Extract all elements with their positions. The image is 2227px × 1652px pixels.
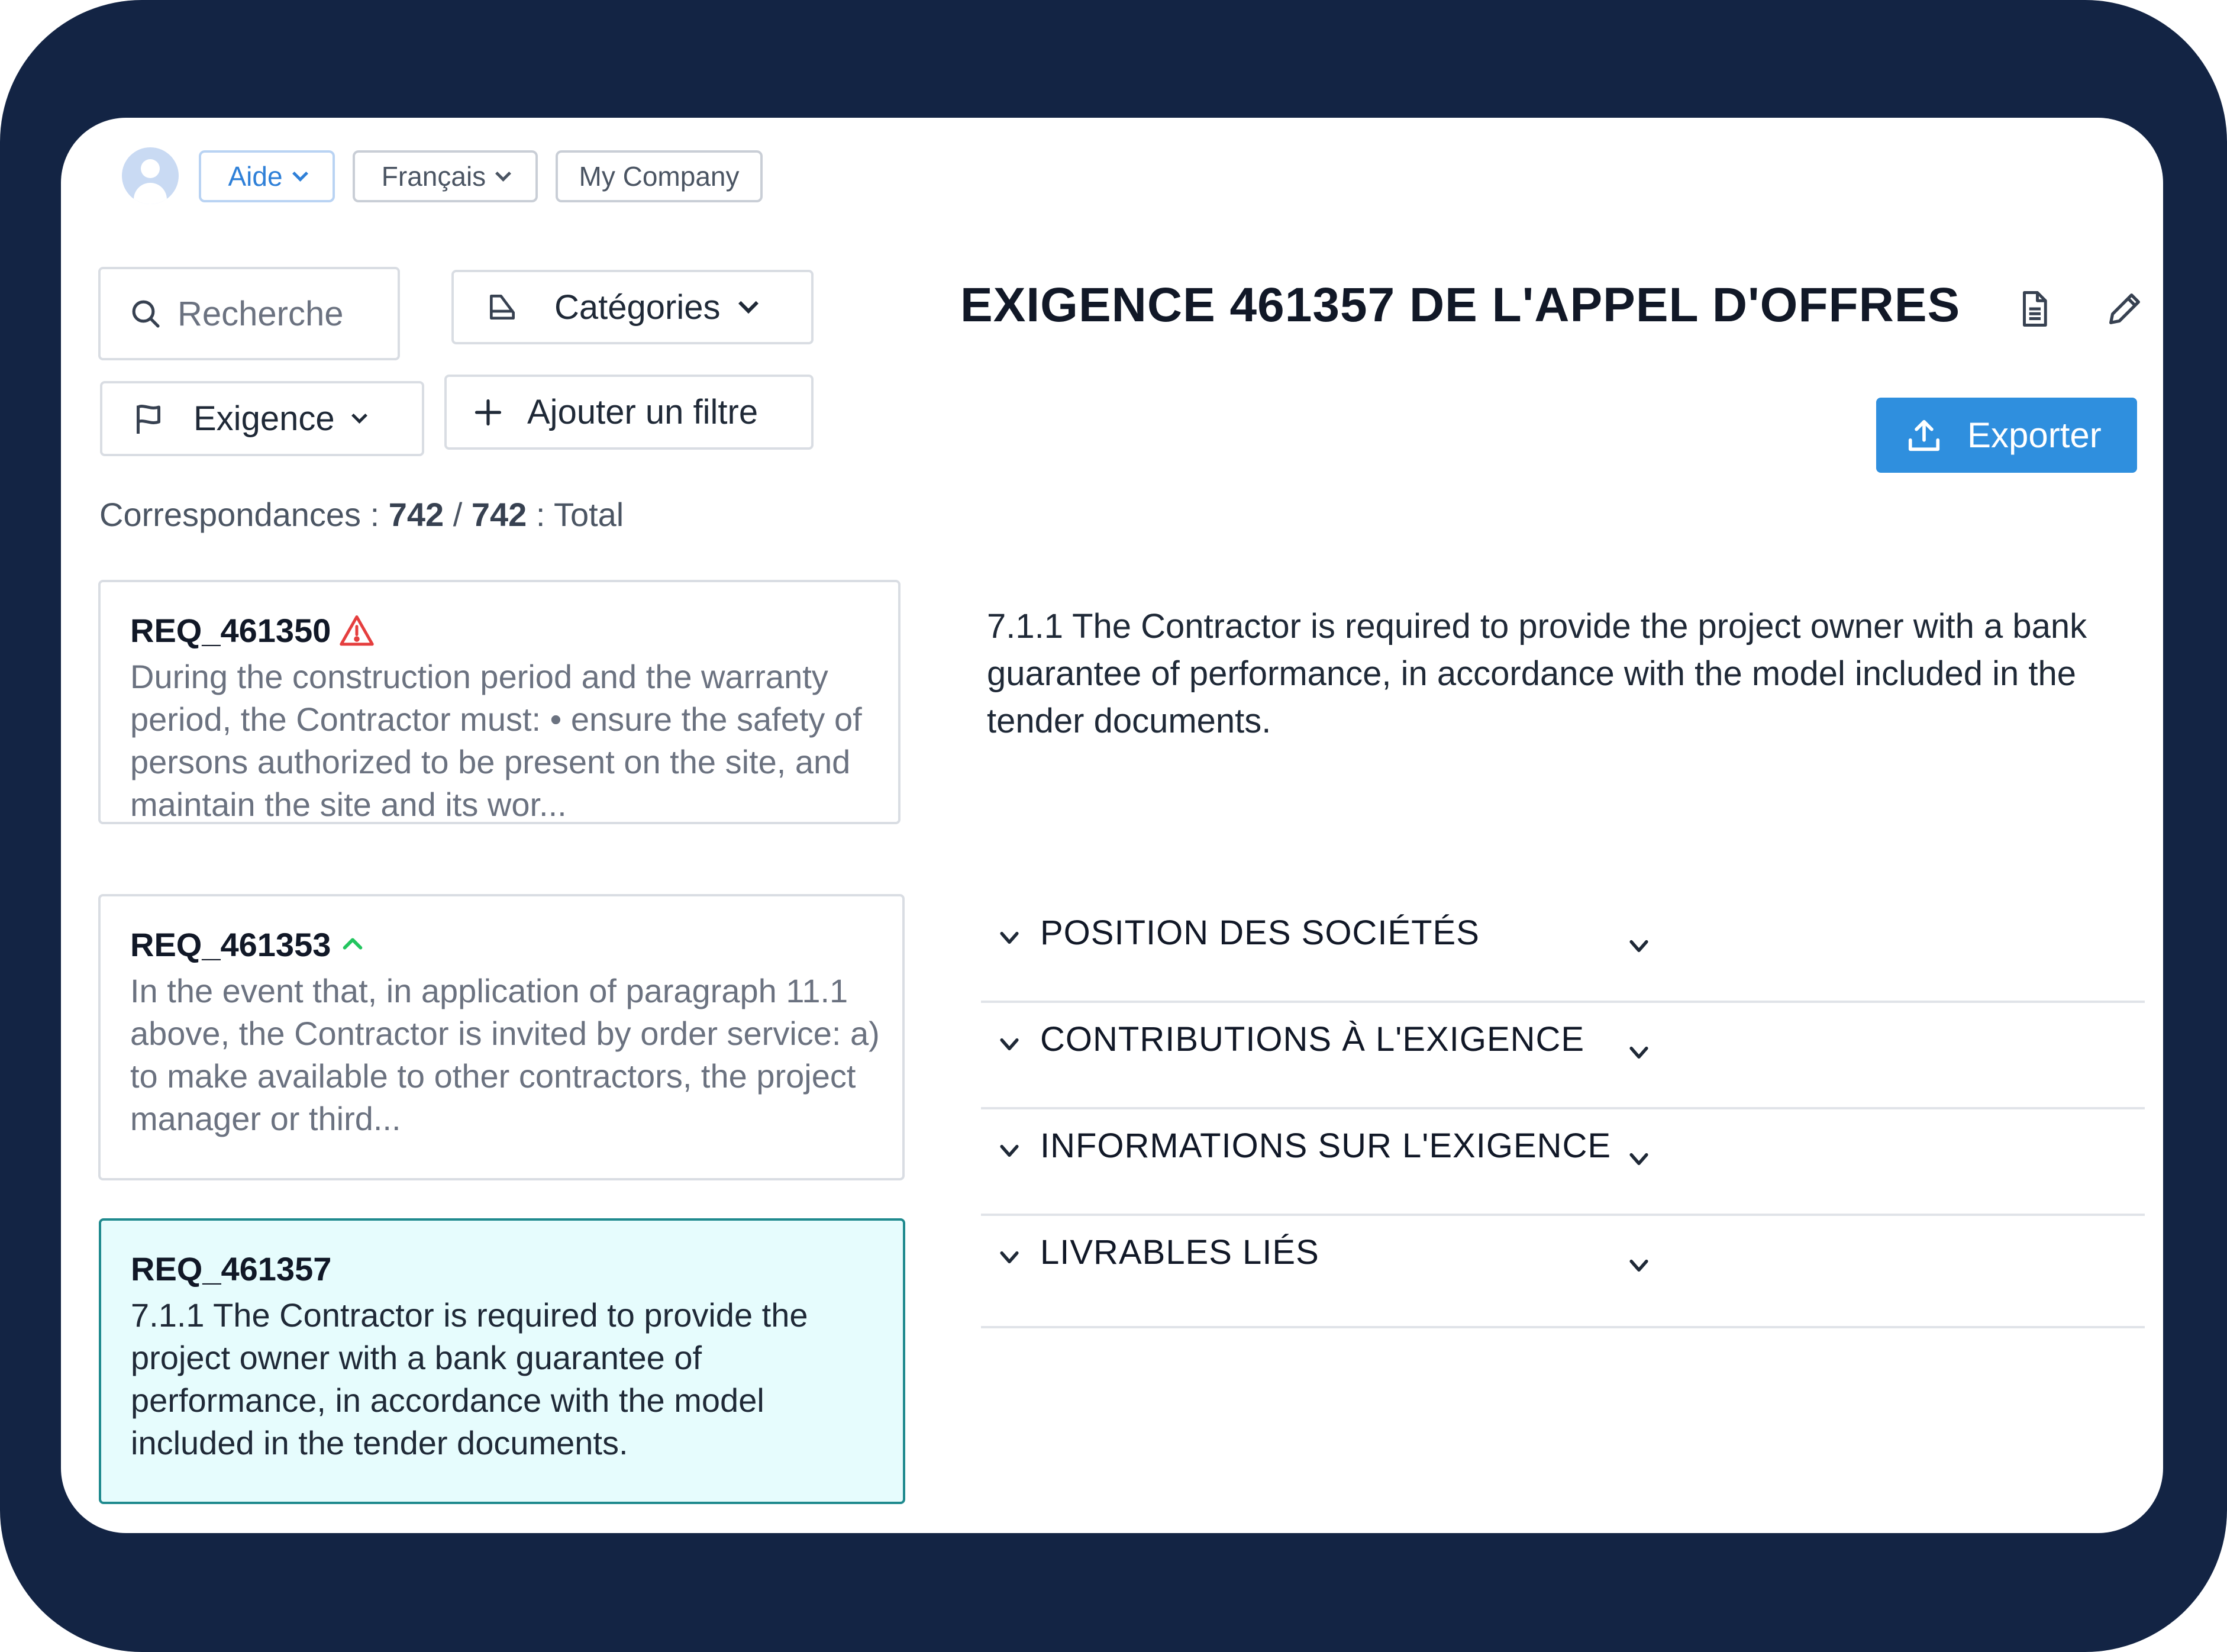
- match-suffix: : Total: [535, 496, 624, 533]
- page-title: EXIGENCE 461357 DE L'APPEL D'OFFRES: [960, 278, 1961, 332]
- requirement-filter-dropdown[interactable]: Exigence: [100, 381, 424, 456]
- requirement-id: REQ_461350: [130, 611, 331, 649]
- requirement-id: REQ_461353: [130, 925, 331, 963]
- language-label: Français: [381, 161, 486, 192]
- accordion-label: INFORMATIONS SUR L'EXIGENCE: [1040, 1127, 1612, 1165]
- app-screen: Aide Français My Company Recherche Catég…: [61, 118, 2163, 1533]
- requirement-text: In the event that, in application of par…: [130, 972, 880, 1137]
- edit-icon[interactable]: [2104, 288, 2145, 330]
- search-icon: [132, 300, 160, 328]
- plus-icon: [475, 399, 502, 425]
- avatar[interactable]: [122, 147, 179, 204]
- device-frame: Aide Français My Company Recherche Catég…: [0, 0, 2227, 1652]
- chevron-down-icon: [1000, 931, 1019, 944]
- categories-dropdown[interactable]: Catégories: [451, 270, 814, 344]
- chevron-down-icon: [1000, 1144, 1019, 1157]
- help-dropdown[interactable]: Aide: [199, 150, 335, 202]
- company-button[interactable]: My Company: [556, 150, 763, 202]
- warning-icon: [340, 615, 375, 646]
- chevron-down-icon: [1000, 1251, 1019, 1264]
- company-label: My Company: [579, 161, 740, 192]
- accordion-requirement-info[interactable]: INFORMATIONS SUR L'EXIGENCE: [981, 1109, 2145, 1216]
- requirement-filter-label: Exigence: [193, 399, 335, 438]
- requirement-card[interactable]: REQ_461353 In the event that, in applica…: [98, 894, 905, 1180]
- chevron-down-icon: [1629, 1259, 1648, 1272]
- upload-icon: [1908, 420, 1940, 451]
- chevron-down-icon: [292, 165, 308, 182]
- match-separator: /: [453, 496, 463, 533]
- add-filter-label: Ajouter un filtre: [527, 393, 759, 431]
- match-count-value: 742: [388, 496, 444, 533]
- chevron-down-icon: [1629, 1046, 1648, 1059]
- chevron-down-icon: [1629, 940, 1648, 953]
- chevron-down-icon: [1000, 1038, 1019, 1051]
- document-icon[interactable]: [2015, 289, 2054, 328]
- help-label: Aide: [228, 161, 283, 192]
- accordion-company-positions[interactable]: POSITION DES SOCIÉTÉS: [981, 896, 2145, 1003]
- export-label: Exporter: [1967, 415, 2102, 455]
- search-input[interactable]: Recherche: [98, 267, 400, 360]
- accordion-label: CONTRIBUTIONS À L'EXIGENCE: [1040, 1020, 1585, 1059]
- match-count: Correspondances : 742 / 742 : Total: [99, 495, 624, 534]
- requirement-text: 7.1.1 The Contractor is required to prov…: [131, 1296, 808, 1461]
- accordion-label: LIVRABLES LIÉS: [1040, 1233, 1319, 1272]
- categories-label: Catégories: [554, 288, 721, 327]
- match-total-value: 742: [471, 496, 527, 533]
- requirement-id: REQ_461357: [131, 1250, 332, 1288]
- export-button[interactable]: Exporter: [1876, 398, 2137, 473]
- requirement-card[interactable]: REQ_461350 During the construction perio…: [98, 580, 901, 824]
- avatar-body: [134, 183, 167, 204]
- chevron-down-icon: [351, 408, 367, 424]
- chevron-down-icon: [1629, 1153, 1648, 1166]
- search-placeholder: Recherche: [177, 294, 344, 333]
- requirement-id-row: REQ_461350: [130, 611, 898, 650]
- accordion-requirement-contributions[interactable]: CONTRIBUTIONS À L'EXIGENCE: [981, 1003, 2145, 1109]
- requirement-card-selected[interactable]: REQ_461357 7.1.1 The Contractor is requi…: [99, 1218, 905, 1504]
- requirement-text: During the construction period and the w…: [130, 658, 862, 823]
- avatar-head: [141, 159, 160, 178]
- category-icon: [490, 295, 515, 320]
- chevron-down-icon: [738, 293, 759, 314]
- language-dropdown[interactable]: Français: [353, 150, 538, 202]
- accordion-linked-deliverables[interactable]: LIVRABLES LIÉS: [981, 1216, 2145, 1328]
- requirement-id-row: REQ_461357: [131, 1249, 903, 1288]
- accordion-label: POSITION DES SOCIÉTÉS: [1040, 914, 1480, 952]
- chevron-down-icon: [495, 165, 512, 182]
- chevron-up-icon: [343, 938, 363, 950]
- match-prefix: Correspondances :: [99, 496, 380, 533]
- requirement-description: 7.1.1 The Contractor is required to prov…: [987, 607, 2087, 740]
- flag-icon: [137, 404, 160, 434]
- add-filter-button[interactable]: Ajouter un filtre: [444, 375, 814, 450]
- requirement-id-row: REQ_461353: [130, 925, 902, 964]
